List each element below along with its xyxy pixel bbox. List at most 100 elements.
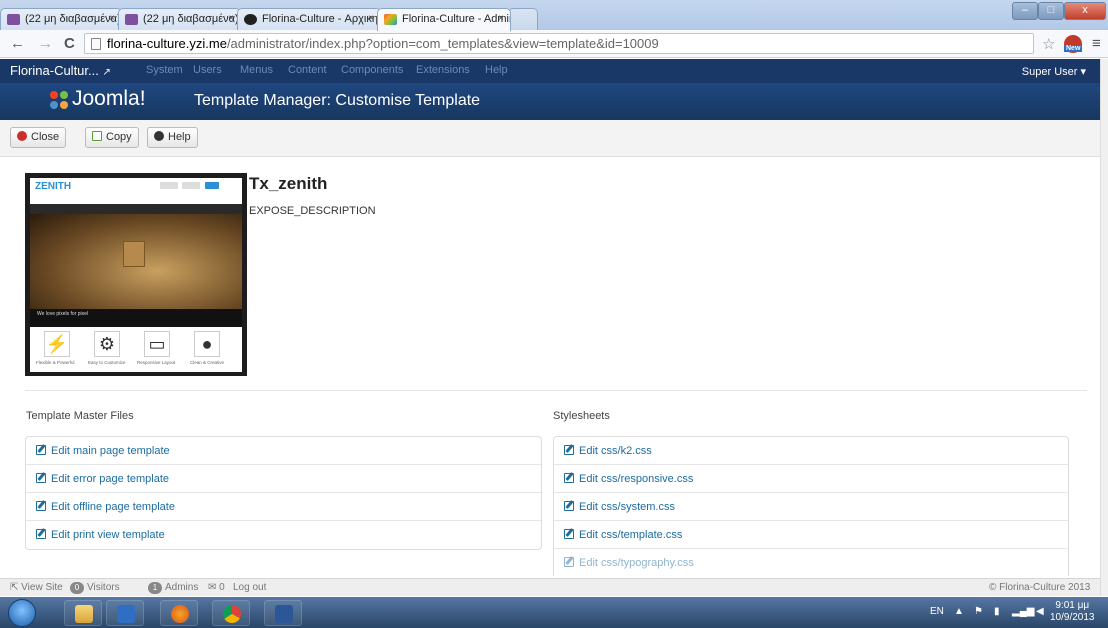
browser-tab-gmail-1[interactable]: (22 μη διαβασμένα) - elen × [0, 8, 122, 30]
forward-icon[interactable]: → [38, 35, 53, 52]
mail-icon [7, 14, 20, 25]
minimize-button[interactable]: – [1012, 2, 1038, 20]
menu-extensions[interactable]: Extensions [416, 64, 470, 76]
tab-title: (22 μη διαβασμένα) - elen [143, 13, 240, 25]
menu-content[interactable]: Content [288, 64, 327, 76]
admin-nav-bar: Florina-Cultur... ↗ System Users Menus C… [0, 59, 1100, 83]
folder-icon [75, 605, 93, 623]
help-button[interactable]: Help [147, 127, 198, 148]
reload-icon[interactable]: C [64, 35, 75, 52]
site-favicon-icon [244, 14, 257, 25]
network-icon[interactable]: ▮ [994, 606, 1000, 617]
help-circle-icon [154, 131, 164, 141]
edit-icon [36, 501, 46, 511]
list-item[interactable]: Edit css/typography.css [554, 549, 1068, 576]
back-icon[interactable]: ← [10, 35, 25, 52]
url-input[interactable]: florina-culture.yzi.me/administrator/ind… [84, 33, 1034, 54]
edit-icon [564, 529, 574, 539]
close-button[interactable]: Close [10, 127, 67, 148]
new-tab-button[interactable] [508, 8, 538, 30]
list-item[interactable]: Edit main page template [26, 437, 541, 465]
menu-system[interactable]: System [146, 64, 183, 76]
admin-status-bar: ⇱ View Site 0 Visitors 1 Admins ✉ 0 Log ou… [0, 578, 1100, 596]
start-button[interactable] [8, 599, 36, 627]
taskbar-firefox[interactable] [160, 600, 198, 626]
word-icon [275, 605, 293, 623]
flag-icon[interactable]: ⚑ [974, 606, 983, 617]
admins-status: 1 Admins [148, 582, 198, 594]
signal-icon[interactable]: ▂▄▆ [1012, 606, 1034, 617]
bookmark-star-icon[interactable]: ☆ [1042, 35, 1055, 53]
list-item[interactable]: Edit css/system.css [554, 493, 1068, 521]
url-host: florina-culture.yzi.me [107, 36, 227, 51]
master-files-list: Edit main page template Edit error page … [25, 436, 542, 550]
view-site-link[interactable]: ⇱ View Site [10, 582, 63, 593]
tab-close-icon[interactable]: × [498, 13, 504, 24]
devices-icon: ▭ [144, 331, 170, 357]
visitors-status: 0 Visitors [70, 582, 120, 594]
edit-icon [564, 501, 574, 511]
menu-users[interactable]: Users [193, 64, 222, 76]
list-item[interactable]: Edit error page template [26, 465, 541, 493]
menu-menus[interactable]: Menus [240, 64, 273, 76]
extension-new-badge: New [1064, 45, 1083, 52]
lightning-icon: ⚡ [44, 331, 70, 357]
edit-icon [36, 445, 46, 455]
list-item[interactable]: Edit css/template.css [554, 521, 1068, 549]
edit-icon [36, 473, 46, 483]
browser-tab-site[interactable]: Florina-Culture - Αρχικη × [237, 8, 381, 30]
browser-tab-bar: (22 μη διαβασμένα) - elen × (22 μη διαβα… [0, 0, 1108, 31]
template-name: Tx_zenith [249, 174, 328, 193]
toolbar: Close Copy Help [0, 120, 1100, 157]
list-item[interactable]: Edit css/responsive.css [554, 465, 1068, 493]
messages-status[interactable]: ✉ 0 [208, 582, 225, 593]
tab-title: (22 μη διαβασμένα) - elen [25, 13, 121, 25]
list-item[interactable]: Edit offline page template [26, 493, 541, 521]
tray-expand-icon[interactable]: ▲ [954, 606, 964, 617]
close-window-button[interactable]: x [1064, 2, 1106, 20]
tab-close-icon[interactable]: × [109, 13, 115, 24]
tab-title: Florina-Culture - Αρχικη [262, 13, 378, 25]
list-item[interactable]: Edit css/k2.css [554, 437, 1068, 465]
template-description: EXPOSE_DESCRIPTION [249, 205, 376, 217]
system-clock[interactable]: 9:01 μμ 10/9/2013 [1050, 600, 1095, 624]
joomla-logo-icon [50, 91, 68, 109]
template-thumbnail: ZENITH We love pixels for pixel ⚡ ⚙ ▭ ● … [25, 173, 247, 376]
site-name-link[interactable]: Florina-Cultur... ↗ [10, 63, 111, 78]
copy-button[interactable]: Copy [85, 127, 139, 148]
taskbar-word[interactable] [264, 600, 302, 626]
edit-icon [564, 473, 574, 483]
divider [25, 390, 1087, 391]
edit-icon [564, 557, 574, 567]
mail-icon: ✉ [208, 582, 217, 593]
language-indicator[interactable]: EN [930, 606, 944, 617]
tab-title: Florina-Culture - Administ [402, 13, 510, 25]
taskbar-chrome[interactable] [212, 600, 250, 626]
taskbar-explorer[interactable] [64, 600, 102, 626]
browser-tab-admin[interactable]: Florina-Culture - Administ × [377, 8, 511, 31]
master-files-title: Template Master Files [26, 410, 134, 422]
url-path: /administrator/index.php?option=com_temp… [226, 36, 659, 51]
media-player-icon [117, 605, 135, 623]
list-item[interactable]: Edit print view template [26, 521, 541, 549]
tab-close-icon[interactable]: × [368, 13, 374, 24]
thumb-caption: We love pixels for pixel [37, 311, 89, 317]
thumb-robot-image [123, 241, 145, 267]
chrome-icon [223, 605, 241, 623]
maximize-button[interactable]: □ [1038, 2, 1064, 20]
joomla-logo-text: Joomla! [72, 87, 146, 110]
page-scrollbar[interactable] [1100, 59, 1108, 596]
user-menu[interactable]: Super User ▾ [1022, 65, 1086, 78]
joomla-favicon-icon [384, 14, 397, 25]
browser-tab-gmail-2[interactable]: (22 μη διαβασμένα) - elen × [118, 8, 241, 30]
menu-components[interactable]: Components [341, 64, 403, 76]
logout-link[interactable]: Log out [233, 582, 266, 593]
firefox-icon [171, 605, 189, 623]
taskbar-media-player[interactable] [106, 600, 144, 626]
tab-close-icon[interactable]: × [228, 13, 234, 24]
browser-menu-icon[interactable]: ≡ [1092, 35, 1101, 52]
copy-icon [92, 131, 102, 141]
menu-help[interactable]: Help [485, 64, 508, 76]
mail-icon [125, 14, 138, 25]
volume-icon[interactable]: ◀ [1036, 606, 1044, 617]
